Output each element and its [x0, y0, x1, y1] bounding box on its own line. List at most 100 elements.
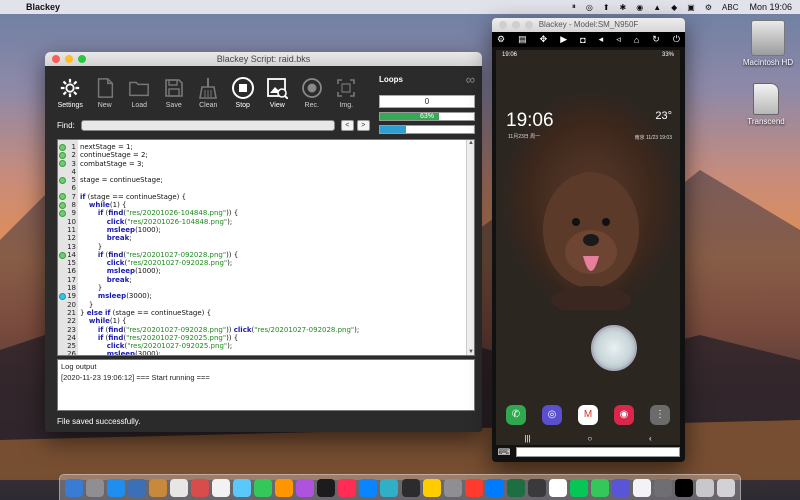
breakpoint-marker[interactable] — [58, 143, 67, 151]
code-line[interactable]: 16 msleep(1000); — [58, 267, 359, 275]
dock-app-icon[interactable] — [211, 478, 230, 497]
breakpoint-marker[interactable] — [58, 151, 67, 159]
dock-app-icon[interactable] — [190, 478, 209, 497]
code-line[interactable]: 19 msleep(3000); — [58, 292, 359, 300]
dock-app-icon[interactable] — [633, 478, 652, 497]
new-button[interactable]: New — [88, 74, 123, 109]
settings-button[interactable]: Settings — [53, 74, 88, 109]
code-line[interactable]: 5 stage = continueStage; — [58, 176, 359, 184]
dock-app-icon[interactable] — [548, 478, 567, 497]
weather-widget[interactable]: 23° — [655, 110, 672, 122]
dock-app-icon[interactable] — [612, 478, 631, 497]
breakpoint-marker[interactable] — [58, 350, 67, 355]
dock-app-icon[interactable] — [64, 478, 83, 497]
breakpoint-marker[interactable] — [58, 267, 67, 275]
status-item[interactable]: ◆ — [671, 3, 677, 12]
clipboard-icon[interactable]: ▤ — [518, 34, 527, 45]
gmail-icon[interactable]: M — [578, 405, 598, 425]
code-line[interactable]: 25 click("res/20201027-092025.png"); — [58, 342, 359, 350]
home-icon[interactable]: ⌂ — [634, 35, 639, 45]
code-line[interactable]: 22 while(1) { — [58, 317, 359, 325]
breakpoint-marker[interactable] — [58, 317, 67, 325]
breakpoint-marker[interactable] — [58, 284, 67, 292]
home-button-icon[interactable]: ○ — [587, 434, 592, 443]
volume-down-icon[interactable]: ◂ — [599, 34, 604, 45]
breakpoint-marker[interactable] — [58, 334, 67, 342]
breakpoint-marker[interactable] — [58, 243, 67, 251]
dock-app-icon[interactable] — [696, 478, 715, 497]
status-item[interactable]: ⬆ — [603, 3, 610, 12]
infinity-toggle-icon[interactable]: ∞ — [466, 72, 475, 87]
editor-scrollbar[interactable]: ▲ ▼ — [466, 140, 474, 355]
breakpoint-marker[interactable] — [58, 251, 67, 259]
zoom-window-button[interactable] — [78, 55, 86, 63]
dock-app-icon[interactable] — [485, 478, 504, 497]
code-line[interactable]: 1 nextStage = 1; — [58, 143, 359, 151]
loop-count-field[interactable]: 0 — [379, 95, 475, 108]
dock-app-icon[interactable] — [401, 478, 420, 497]
dock-app-icon[interactable] — [127, 478, 146, 497]
code-line[interactable]: 6 — [58, 184, 359, 192]
dock-app-icon[interactable] — [169, 478, 188, 497]
code-line[interactable]: 8 while(1) { — [58, 201, 359, 209]
breakpoint-marker[interactable] — [58, 326, 67, 334]
code-line[interactable]: 26 msleep(3000); — [58, 350, 359, 355]
code-line[interactable]: 7 if (stage == continueStage) { — [58, 193, 359, 201]
settings-icon[interactable]: ⚙ — [497, 34, 505, 45]
menu-clock[interactable]: Mon 19:06 — [749, 2, 792, 12]
breakpoint-marker[interactable] — [58, 168, 67, 176]
dock-app-icon[interactable] — [275, 478, 294, 497]
rotate-icon[interactable]: ↻ — [652, 34, 660, 45]
apps-grid-icon[interactable]: ⋮ — [650, 405, 670, 425]
code-line[interactable]: 15 click("res/20201027-092028.png"); — [58, 259, 359, 267]
code-line[interactable]: 13 } — [58, 243, 359, 251]
breakpoint-marker[interactable] — [58, 292, 67, 300]
save-button[interactable]: Save — [157, 74, 192, 109]
wifi-icon[interactable]: ▲ — [653, 3, 661, 12]
phone-text-input[interactable] — [516, 447, 680, 457]
dock-app-icon[interactable] — [233, 478, 252, 497]
dock-app-icon[interactable] — [570, 478, 589, 497]
code-line[interactable]: 9 if (find("res/20201026-104848.png")) { — [58, 209, 359, 217]
script-window-titlebar[interactable]: Blackey Script: raid.bks — [45, 52, 482, 66]
battery-icon[interactable]: ▣ — [687, 3, 695, 12]
dock-app-icon[interactable] — [591, 478, 610, 497]
code-line[interactable]: 21} else if (stage == continueStage) { — [58, 309, 359, 317]
breakpoint-marker[interactable] — [58, 218, 67, 226]
code-line[interactable]: 12 break; — [58, 234, 359, 242]
status-item[interactable]: ⏸ — [572, 2, 576, 12]
view-button[interactable]: View — [260, 74, 295, 109]
close-window-button[interactable] — [499, 21, 507, 29]
breakpoint-marker[interactable] — [58, 201, 67, 209]
code-line[interactable]: 23 if (find("res/20201027-092028.png")) … — [58, 326, 359, 334]
minimize-window-button[interactable] — [65, 55, 73, 63]
dock-app-icon[interactable] — [380, 478, 399, 497]
code-line[interactable]: 4 — [58, 168, 359, 176]
dock-app-icon[interactable] — [464, 478, 483, 497]
record-button[interactable]: Rec. — [295, 74, 330, 109]
dock-app-icon[interactable] — [338, 478, 357, 497]
code-editor[interactable]: 1 nextStage = 1; 2 continueStage = 2; 3 comba… — [57, 139, 475, 356]
zoom-window-button[interactable] — [525, 21, 533, 29]
input-source[interactable]: ABC — [722, 3, 738, 12]
phone-window-titlebar[interactable]: Blackey - Model:SM_N950F — [492, 18, 685, 32]
power-icon[interactable]: ⏻ — [673, 34, 680, 45]
scroll-up-arrow-icon[interactable]: ▲ — [467, 140, 474, 146]
breakpoint-marker[interactable] — [58, 301, 67, 309]
dock-app-icon[interactable] — [148, 478, 167, 497]
code-line[interactable]: 20 } — [58, 301, 359, 309]
find-next-button[interactable]: > — [356, 120, 370, 131]
code-line[interactable]: 24 if (find("res/20201027-092025.png")) … — [58, 334, 359, 342]
code-line[interactable]: 10 click("res/20201026-104848.png"); — [58, 218, 359, 226]
breakpoint-marker[interactable] — [58, 342, 67, 350]
status-item[interactable]: ⚙ — [705, 3, 712, 12]
find-previous-button[interactable]: < — [340, 120, 354, 131]
internet-icon[interactable]: ◎ — [542, 405, 562, 425]
load-button[interactable]: Load — [122, 74, 157, 109]
breakpoint-marker[interactable] — [58, 234, 67, 242]
breakpoint-marker[interactable] — [58, 184, 67, 192]
clean-button[interactable]: Clean — [191, 74, 226, 109]
breakpoint-marker[interactable] — [58, 259, 67, 267]
dock-app-icon[interactable] — [422, 478, 441, 497]
dock-app-icon[interactable] — [106, 478, 125, 497]
